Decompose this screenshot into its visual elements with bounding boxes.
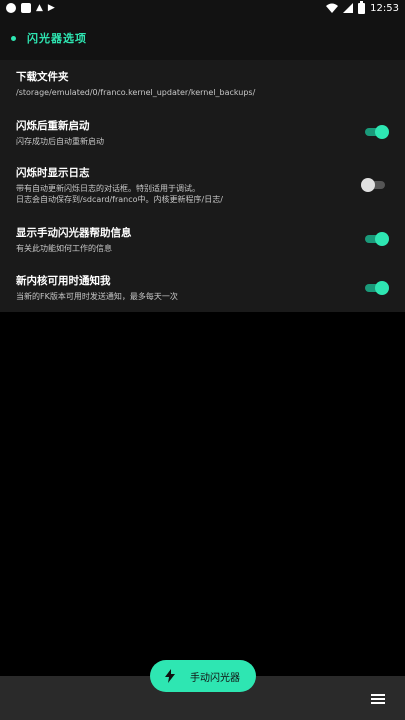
a-icon: ▲ xyxy=(36,3,43,13)
circle-icon xyxy=(6,3,16,13)
setting-manual-flasher-help[interactable]: 显示手动闪光器帮助信息 有关此功能如何工作的信息 xyxy=(16,226,389,254)
setting-subtitle-line2: 日志会自动保存到/sdcard/franco中。内核更新程序/日志/ xyxy=(16,195,223,204)
battery-icon xyxy=(358,0,366,14)
play-icon: ▶ xyxy=(47,3,55,13)
setting-title: 新内核可用时通知我 xyxy=(16,275,111,287)
manual-flasher-button[interactable]: 手动闪光器 xyxy=(150,660,256,692)
setting-download-folder[interactable]: 下载文件夹 /storage/emulated/0/franco.kernel_… xyxy=(16,70,389,98)
section-header: 闪光器选项 xyxy=(0,16,405,60)
switch-thumb xyxy=(361,178,375,192)
setting-title: 显示手动闪光器帮助信息 xyxy=(16,227,132,239)
reboot-after-flash-switch[interactable] xyxy=(363,125,389,139)
notify-new-kernel-switch[interactable] xyxy=(363,281,389,295)
setting-title: 闪烁后重新启动 xyxy=(16,120,90,132)
setting-subtitle: 闪存成功后自动重新启动 xyxy=(16,137,104,146)
setting-title: 闪烁时显示日志 xyxy=(16,167,90,179)
square-icon xyxy=(21,3,31,13)
status-bar: ▲ ▶ 12:53 xyxy=(0,0,405,16)
menu-icon[interactable] xyxy=(371,694,385,704)
setting-reboot-after-flash[interactable]: 闪烁后重新启动 闪存成功后自动重新启动 xyxy=(16,119,389,147)
signal-icon xyxy=(343,3,354,13)
settings-card: 下载文件夹 /storage/emulated/0/franco.kernel_… xyxy=(0,60,405,312)
wifi-icon xyxy=(326,3,339,13)
setting-subtitle: 有关此功能如何工作的信息 xyxy=(16,244,112,253)
menu-line xyxy=(371,694,385,696)
bullet-icon xyxy=(11,35,16,41)
setting-subtitle: 带有自动更新闪烁日志的对话框。特别适用于调试。 xyxy=(16,184,200,193)
menu-line xyxy=(371,698,385,700)
switch-thumb xyxy=(375,232,389,246)
switch-thumb xyxy=(375,281,389,295)
status-bar-left: ▲ ▶ xyxy=(6,3,55,13)
setting-title: 下载文件夹 xyxy=(16,71,69,83)
status-bar-right: 12:53 xyxy=(326,0,399,14)
setting-show-log[interactable]: 闪烁时显示日志 带有自动更新闪烁日志的对话框。特别适用于调试。 日志会自动保存到… xyxy=(16,166,389,205)
manual-flasher-label: 手动闪光器 xyxy=(190,672,240,684)
show-log-switch[interactable] xyxy=(361,178,387,192)
section-title: 闪光器选项 xyxy=(27,32,87,45)
setting-notify-new-kernel[interactable]: 新内核可用时通知我 当新的FK版本可用时发送通知，最多每天一次 xyxy=(16,274,389,302)
manual-flasher-help-switch[interactable] xyxy=(363,232,389,246)
setting-subtitle: 当新的FK版本可用时发送通知，最多每天一次 xyxy=(16,292,178,301)
status-time: 12:53 xyxy=(370,2,399,14)
switch-thumb xyxy=(375,125,389,139)
setting-subtitle: /storage/emulated/0/franco.kernel_update… xyxy=(16,88,256,97)
menu-line xyxy=(371,702,385,704)
lightning-icon xyxy=(165,669,175,683)
